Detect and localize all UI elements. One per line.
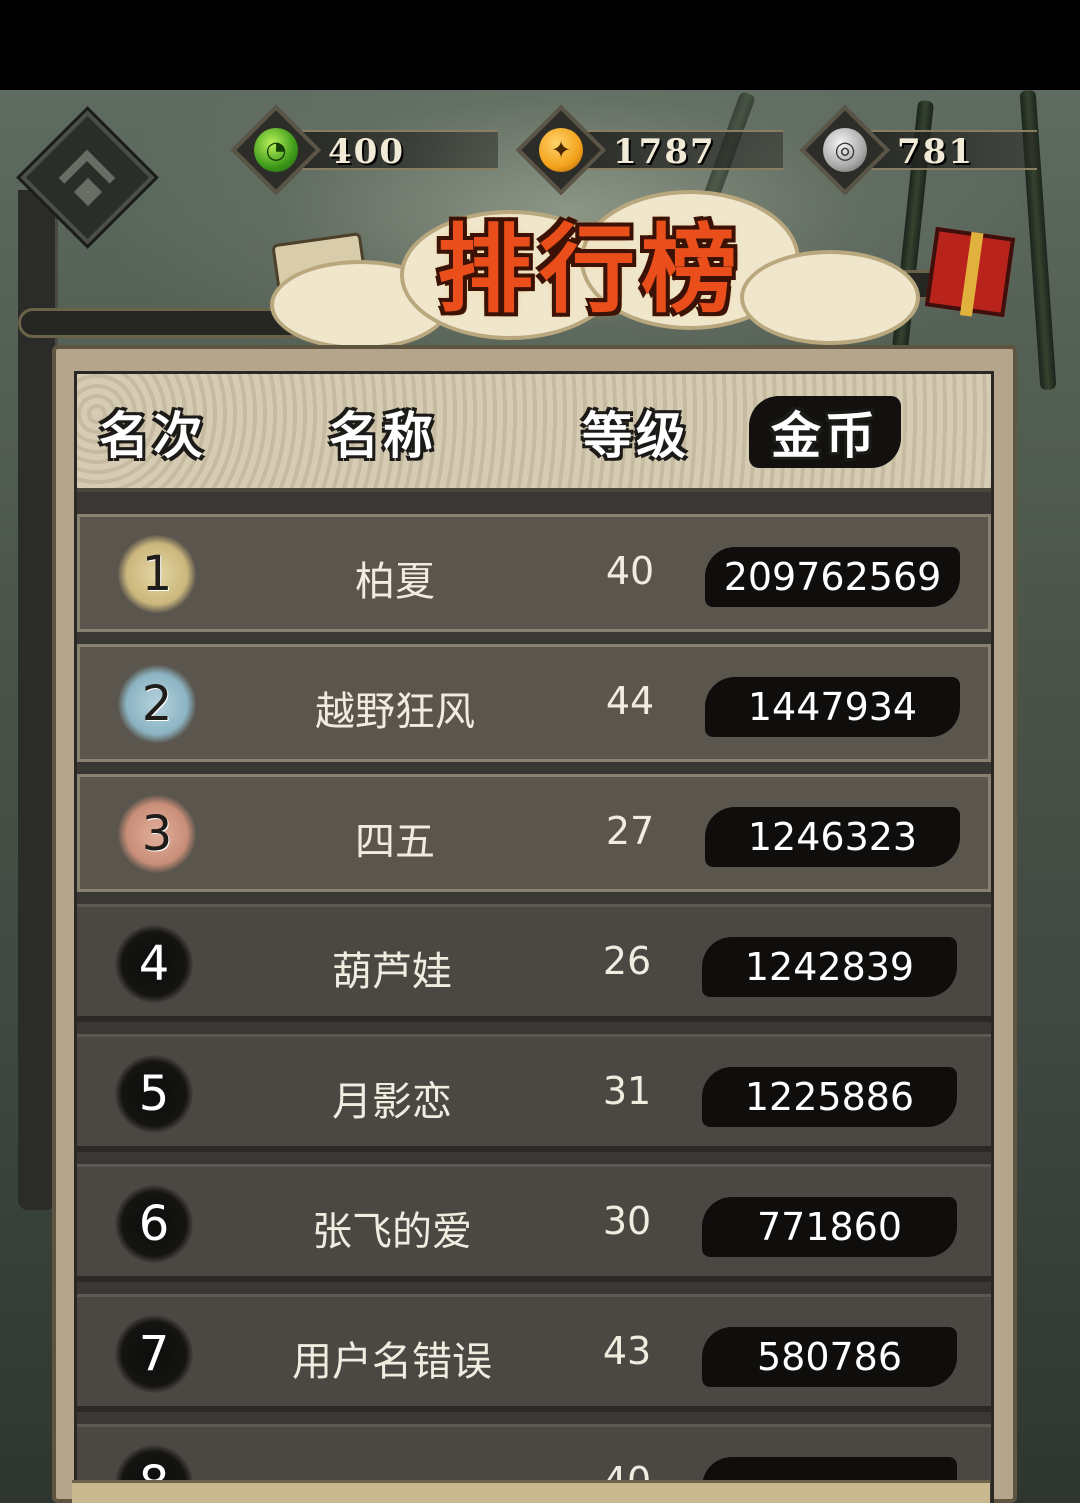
player-level: 43 <box>602 1329 652 1373</box>
player-coins: 1242839 <box>702 937 957 997</box>
player-coins: 580786 <box>702 1327 957 1387</box>
player-name: 柏夏 <box>355 559 435 605</box>
rank-badge: 6 <box>115 1185 193 1263</box>
column-header-coin[interactable]: 金币 <box>749 396 901 468</box>
table-row[interactable]: 3 四五 27 1246323 <box>77 774 991 892</box>
table-row[interactable]: 5 月影恋 31 1225886 <box>77 1034 991 1152</box>
player-level: 30 <box>602 1199 652 1243</box>
board-bottom-edge <box>72 1480 990 1503</box>
gift-box-icon <box>924 226 1016 318</box>
currency-icon-frame: ◔ <box>228 102 324 198</box>
player-name: 四五 <box>355 819 435 865</box>
currency-icon-frame: ◎ <box>797 102 893 198</box>
rank-badge-silver: 2 <box>118 665 196 743</box>
player-coins: 1246323 <box>705 807 960 867</box>
player-level: 40 <box>605 549 655 593</box>
player-name: 用户名错误 <box>292 1339 492 1385</box>
table-row[interactable]: 6 张飞的爱 30 771860 <box>77 1164 991 1282</box>
table-row[interactable]: 1 柏夏 40 209762569 <box>77 514 991 632</box>
player-coins: 1225886 <box>702 1067 957 1127</box>
table-row[interactable]: 4 葫芦娃 26 1242839 <box>77 904 991 1022</box>
currency-value: 781 <box>897 132 974 172</box>
currency-gold[interactable]: ✦ 1787 <box>513 102 793 198</box>
rank-badge: 7 <box>115 1315 193 1393</box>
player-coins: 209762569 <box>705 547 960 607</box>
title-banner: 排行榜 <box>250 190 930 355</box>
page-title: 排行榜 <box>437 213 743 326</box>
status-bar-area <box>0 0 1080 90</box>
rank-badge-gold: 1 <box>118 535 196 613</box>
currency-value: 400 <box>328 132 405 172</box>
player-level: 31 <box>602 1069 652 1113</box>
rank-badge: 8 <box>115 1445 193 1484</box>
player-name: 越野狂风 <box>315 689 475 735</box>
rank-badge: 5 <box>115 1055 193 1133</box>
leaderboard-list[interactable]: 1 柏夏 40 209762569 2 越野狂风 44 1447934 3 四五… <box>77 504 991 1484</box>
column-header-name: 名称 <box>329 406 437 465</box>
player-level: 44 <box>605 679 655 723</box>
player-level: 26 <box>602 939 652 983</box>
player-coins: 1447934 <box>705 677 960 737</box>
silver-coin-icon: ◎ <box>823 128 867 172</box>
column-header-level: 等级 <box>582 406 690 465</box>
player-coins: 771860 <box>702 1197 957 1257</box>
rank-badge-bronze: 3 <box>118 795 196 873</box>
column-header-rank: 名次 <box>99 406 207 465</box>
player-name: 月影恋 <box>332 1079 452 1125</box>
rank-badge: 4 <box>115 925 193 1003</box>
currency-silver[interactable]: ◎ 781 <box>797 102 1080 198</box>
gold-coin-icon: ✦ <box>539 128 583 172</box>
home-button[interactable] <box>20 110 155 245</box>
currency-icon-frame: ✦ <box>513 102 609 198</box>
leaderboard-panel: 名次 名称 等级 金币 1 柏夏 40 209762569 2 越野狂风 44 … <box>52 345 1017 1503</box>
player-name: 葫芦娃 <box>332 949 452 995</box>
player-name: 张飞的爱 <box>312 1209 472 1255</box>
currency-value: 1787 <box>613 132 716 172</box>
table-row[interactable]: 7 用户名错误 43 580786 <box>77 1294 991 1412</box>
table-header: 名次 名称 等级 金币 <box>77 374 991 492</box>
player-level: 27 <box>605 809 655 853</box>
jade-drop-icon: ◔ <box>254 128 298 172</box>
currency-jade[interactable]: ◔ 400 <box>228 102 508 198</box>
table-row[interactable]: 2 越野狂风 44 1447934 <box>77 644 991 762</box>
leaderboard-inner: 名次 名称 等级 金币 1 柏夏 40 209762569 2 越野狂风 44 … <box>74 371 994 1503</box>
table-row[interactable]: 8 40 <box>77 1424 991 1484</box>
